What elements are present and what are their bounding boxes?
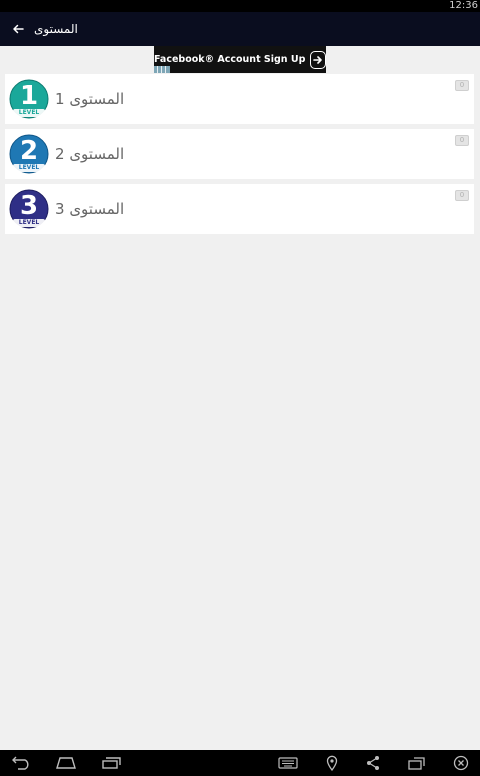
level-badge-word: LEVEL — [18, 164, 40, 171]
level-badge-number: 1 — [19, 81, 39, 111]
action-bar: المستوى — [0, 12, 480, 46]
nav-share-button[interactable] — [362, 750, 384, 776]
nav-close-button[interactable] — [450, 750, 472, 776]
level-label: المستوى 2 — [55, 145, 125, 163]
level-corner-badge: 0 — [455, 190, 469, 201]
arrow-left-icon — [13, 24, 24, 34]
ad-text: Facebook® Account Sign Up — [154, 54, 306, 65]
level-item-2[interactable]: 2 LEVEL المستوى 2 0 — [5, 129, 474, 179]
level-label: المستوى 3 — [55, 200, 125, 218]
level-badge-icon: 3 LEVEL — [9, 189, 49, 229]
nav-rotate-button[interactable] — [405, 750, 429, 776]
level-badge-word: LEVEL — [18, 219, 40, 226]
location-icon — [326, 755, 338, 771]
back-icon — [12, 756, 29, 770]
level-badge-word: LEVEL — [18, 109, 40, 116]
ad-choices-icon[interactable] — [154, 66, 170, 73]
home-icon — [56, 757, 76, 769]
keyboard-icon — [278, 757, 298, 769]
nav-keyboard-button[interactable] — [276, 750, 300, 776]
back-button[interactable] — [6, 12, 30, 46]
nav-home-button[interactable] — [53, 750, 79, 776]
nav-back-button[interactable] — [8, 750, 34, 776]
level-badge-icon: 2 LEVEL — [9, 134, 49, 174]
navigation-bar — [0, 750, 480, 776]
close-icon — [453, 755, 469, 771]
level-badge-number: 2 — [19, 136, 39, 166]
level-label: المستوى 1 — [55, 90, 125, 108]
level-badge-number: 3 — [19, 191, 39, 221]
share-icon — [367, 756, 379, 770]
level-item-1[interactable]: 1 LEVEL المستوى 1 0 — [5, 74, 474, 124]
ad-banner[interactable]: Facebook® Account Sign Up — [154, 46, 326, 73]
nav-recent-button[interactable] — [98, 750, 124, 776]
status-time: 12:36 — [449, 0, 478, 11]
ad-arrow-icon — [310, 50, 326, 69]
level-list: 1 LEVEL المستوى 1 0 2 LEVEL المستوى 2 0 … — [5, 74, 474, 239]
recent-apps-icon — [102, 757, 121, 769]
level-corner-badge: 0 — [455, 80, 469, 91]
level-badge-icon: 1 LEVEL — [9, 79, 49, 119]
nav-location-button[interactable] — [322, 750, 342, 776]
page-title: المستوى — [34, 22, 78, 36]
rotate-icon — [408, 757, 425, 770]
level-corner-badge: 0 — [455, 135, 469, 146]
level-item-3[interactable]: 3 LEVEL المستوى 3 0 — [5, 184, 474, 234]
status-bar: 12:36 — [0, 0, 480, 12]
